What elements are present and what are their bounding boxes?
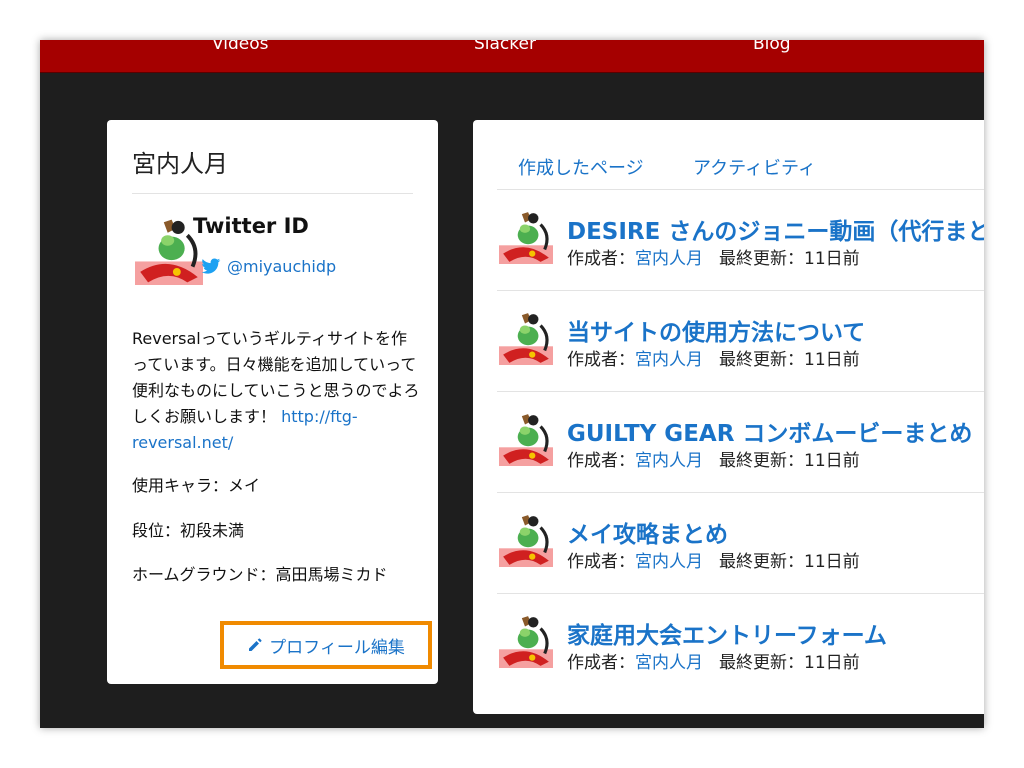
page-list-item: DESIRE さんのジョニー動画（代行まとめ） 作成者：宮内人月最終更新：11日… — [497, 190, 984, 291]
profile-divider — [132, 193, 413, 194]
page-meta: 作成者：宮内人月 最終更新：11日前 — [567, 345, 860, 370]
bio-text: Reversalっていうギルティサイトを作っています。日々機能を追加していって便… — [132, 329, 420, 426]
nav-item-blog[interactable]: Blog — [753, 40, 791, 54]
author-link[interactable]: 宮内人月 — [635, 653, 703, 673]
author-label: 作成者： — [567, 350, 635, 370]
author-avatar-image — [499, 311, 553, 366]
pencil-icon — [249, 638, 262, 651]
last-updated: 最終更新：11日前 — [719, 350, 860, 370]
browser-viewport: Videos Slacker Blog 宮内人月 Twitter ID @miy… — [40, 40, 984, 728]
profile-home-ground: ホームグラウンド：高田馬場ミカド — [132, 565, 388, 584]
edit-profile-label: プロフィール編集 — [269, 637, 405, 658]
page-meta: 作成者：宮内人月 最終更新：11日前 — [567, 648, 860, 673]
author-avatar-image — [499, 614, 553, 669]
author-avatar-image — [499, 412, 553, 467]
page-list-item: 当サイトの使用方法について 作成者：宮内人月 最終更新：11日前 — [497, 291, 984, 392]
pages-panel: 作成したページ アクティビティ DESIRE さんのジョニー動画（代行まとめ） … — [473, 120, 984, 714]
last-updated: 最終更新：11日前 — [719, 653, 860, 673]
page-title-link[interactable]: GUILTY GEAR コンボムービーまとめ — [567, 414, 972, 448]
twitter-handle-text: @miyauchidp — [227, 257, 337, 276]
author-label: 作成者： — [567, 552, 635, 572]
author-link[interactable]: 宮内人月 — [635, 249, 703, 269]
last-updated: 最終更新：11日前 — [719, 249, 860, 269]
page-meta: 作成者：宮内人月 最終更新：11日前 — [567, 446, 860, 471]
twitter-handle-link[interactable]: @miyauchidp — [201, 257, 336, 276]
author-link[interactable]: 宮内人月 — [635, 451, 703, 471]
author-label: 作成者： — [567, 451, 635, 471]
twitter-bird-icon — [201, 258, 221, 274]
page-title-link[interactable]: 当サイトの使用方法について — [567, 313, 865, 347]
top-navigation-bar: Videos Slacker Blog — [40, 40, 984, 73]
page-meta: 作成者：宮内人月 最終更新：11日前 — [567, 547, 860, 572]
nav-item-videos[interactable]: Videos — [212, 40, 269, 54]
profile-character: 使用キャラ：メイ — [132, 476, 261, 495]
page-list-item: メイ攻略まとめ 作成者：宮内人月 最終更新：11日前 — [497, 493, 984, 594]
author-label: 作成者： — [567, 653, 635, 673]
profile-name: 宮内人月 — [132, 150, 228, 178]
author-link[interactable]: 宮内人月 — [635, 552, 703, 572]
page-title-link[interactable]: 家庭用大会エントリーフォーム — [567, 616, 887, 650]
profile-rank: 段位：初段未満 — [132, 521, 245, 540]
twitter-id-label: Twitter ID — [193, 214, 309, 238]
author-avatar-image — [499, 210, 553, 265]
profile-card: 宮内人月 Twitter ID @miyauchidp Reversalっていう… — [107, 120, 438, 684]
tab-created-pages[interactable]: 作成したページ — [518, 154, 644, 180]
nav-item-slacker[interactable]: Slacker — [474, 40, 536, 54]
profile-bio: Reversalっていうギルティサイトを作っています。日々機能を追加していって便… — [132, 326, 422, 456]
page-meta: 作成者：宮内人月 最終更新：11日前 — [567, 244, 860, 269]
last-updated: 最終更新：11日前 — [719, 451, 860, 471]
page-title-link[interactable]: DESIRE さんのジョニー動画（代行まとめ） — [567, 212, 984, 246]
page-list-item: 家庭用大会エントリーフォーム 作成者：宮内人月 最終更新：11日前 — [497, 594, 984, 695]
page-list-item: GUILTY GEAR コンボムービーまとめ 作成者：宮内人月 最終更新：11日前 — [497, 392, 984, 493]
author-avatar-image — [499, 513, 553, 568]
author-link[interactable]: 宮内人月 — [635, 350, 703, 370]
last-updated: 最終更新：11日前 — [719, 552, 860, 572]
tab-activity[interactable]: アクティビティ — [693, 154, 816, 180]
edit-profile-button[interactable]: プロフィール編集 — [220, 621, 432, 669]
author-label: 作成者： — [567, 249, 635, 269]
page-title-link[interactable]: メイ攻略まとめ — [567, 515, 728, 549]
